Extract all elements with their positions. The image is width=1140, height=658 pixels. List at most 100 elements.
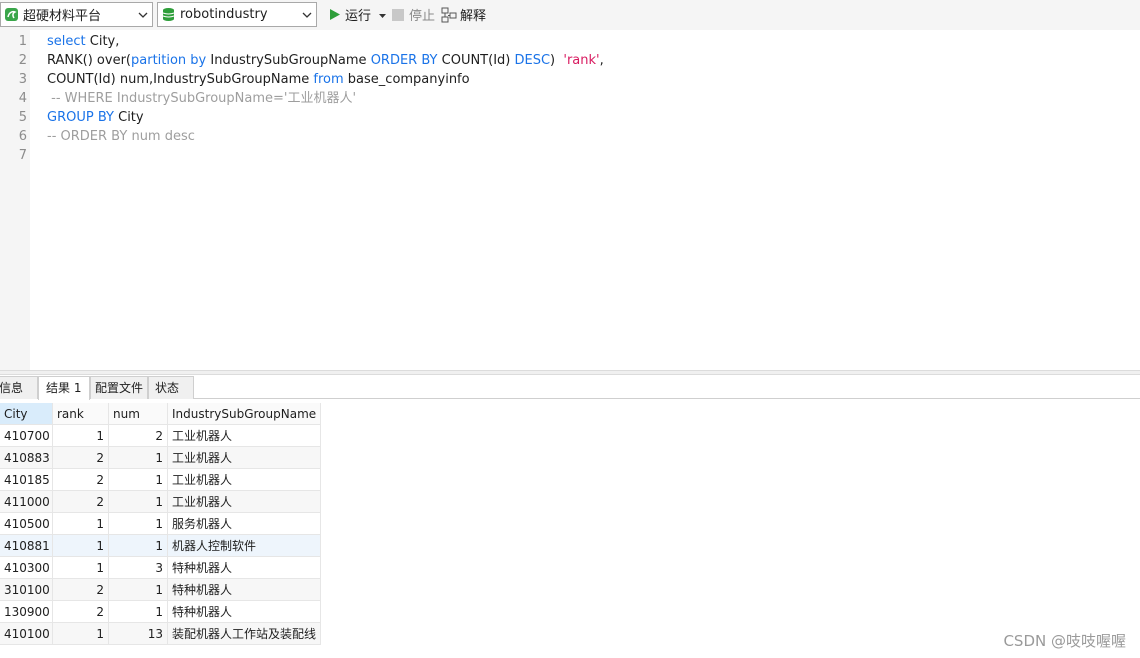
tab-result-1[interactable]: 结果 1	[38, 376, 90, 400]
line-number: 3	[18, 72, 27, 87]
table-row[interactable]: 410883 2 1 工业机器人	[0, 447, 321, 469]
code-line: -- WHERE IndustrySubGroupName='工业机器人'	[47, 89, 356, 108]
table-cell[interactable]: 工业机器人	[168, 447, 321, 469]
table-cell[interactable]: 13	[109, 623, 168, 645]
code-token: from	[313, 72, 344, 87]
stop-button[interactable]: 停止	[390, 4, 435, 25]
column-header-rank[interactable]: rank	[53, 403, 109, 425]
table-cell[interactable]: 2	[53, 601, 109, 623]
table-cell[interactable]: 410883	[0, 447, 53, 469]
table-cell[interactable]: 1	[109, 535, 168, 557]
database-icon	[161, 7, 176, 22]
table-row[interactable]: 411000 2 1 工业机器人	[0, 491, 321, 513]
tab-status[interactable]: 状态	[148, 376, 194, 399]
code-token: City,	[85, 34, 120, 49]
column-header-industrysubgroupname[interactable]: IndustrySubGroupName	[168, 403, 321, 425]
table-cell[interactable]: 2	[53, 469, 109, 491]
table-cell[interactable]: 410881	[0, 535, 53, 557]
tab-label: 结果 1	[46, 381, 82, 395]
table-cell[interactable]: 1	[53, 513, 109, 535]
table-row[interactable]: 410185 2 1 工业机器人	[0, 469, 321, 491]
column-header-city[interactable]: City	[0, 403, 53, 425]
table-cell[interactable]: 1	[53, 425, 109, 447]
table-row[interactable]: 410700 1 2 工业机器人	[0, 425, 321, 447]
line-number: 5	[18, 110, 27, 125]
table-cell[interactable]: 310100	[0, 579, 53, 601]
connection-select[interactable]: 超硬材料平台	[0, 2, 153, 27]
code-line: RANK() over(partition by IndustrySubGrou…	[47, 51, 604, 70]
code-token: COUNT(Id)	[437, 53, 515, 68]
code-line: select City,	[47, 32, 119, 51]
table-cell[interactable]: 2	[53, 491, 109, 513]
table-header-row: City rank num IndustrySubGroupName	[0, 403, 321, 425]
explain-button[interactable]: 解释	[441, 4, 486, 25]
table-row[interactable]: 130900 2 1 特种机器人	[0, 601, 321, 623]
table-cell[interactable]: 特种机器人	[168, 557, 321, 579]
table-cell[interactable]: 1	[109, 447, 168, 469]
table-cell[interactable]: 特种机器人	[168, 601, 321, 623]
table-cell[interactable]: 2	[53, 447, 109, 469]
explain-icon	[441, 7, 457, 23]
table-cell[interactable]: 410185	[0, 469, 53, 491]
table-cell[interactable]: 1	[53, 557, 109, 579]
tab-profile[interactable]: 配置文件	[90, 376, 148, 399]
table-row[interactable]: 310100 2 1 特种机器人	[0, 579, 321, 601]
toolbar: 超硬材料平台 robotindustry 运行 停止 解释	[0, 0, 1140, 30]
table-cell[interactable]: 工业机器人	[168, 425, 321, 447]
run-button[interactable]: 运行	[326, 4, 387, 25]
database-label: robotindustry	[180, 7, 268, 22]
table-cell[interactable]: 410100	[0, 623, 53, 645]
chevron-down-icon[interactable]	[298, 3, 316, 26]
code-token: -- ORDER BY num desc	[47, 129, 195, 144]
tab-info[interactable]: 信息	[0, 376, 38, 399]
table-cell[interactable]: 1	[53, 623, 109, 645]
line-number: 7	[18, 148, 27, 163]
table-cell[interactable]: 1	[109, 491, 168, 513]
table-cell[interactable]: 2	[53, 579, 109, 601]
table-row[interactable]: 410500 1 1 服务机器人	[0, 513, 321, 535]
connection-icon	[4, 7, 19, 22]
result-tabs: 信息 结果 1 配置文件 状态	[0, 375, 1140, 400]
line-number: 6	[18, 129, 27, 144]
table-cell[interactable]: 1	[109, 601, 168, 623]
code-token: ,	[599, 53, 604, 68]
code-line: -- ORDER BY num desc	[47, 127, 195, 146]
table-cell[interactable]: 机器人控制软件	[168, 535, 321, 557]
line-number: 2	[18, 53, 27, 68]
table-cell[interactable]: 1	[53, 535, 109, 557]
table-cell[interactable]: 130900	[0, 601, 53, 623]
table-cell[interactable]: 3	[109, 557, 168, 579]
table-row[interactable]: 410300 1 3 特种机器人	[0, 557, 321, 579]
table-cell[interactable]: 1	[109, 469, 168, 491]
table-cell[interactable]: 工业机器人	[168, 491, 321, 513]
table-cell[interactable]: 411000	[0, 491, 53, 513]
sql-editor[interactable]: 1234567 select City, RANK() over(partitio…	[0, 30, 1140, 370]
column-header-num[interactable]: num	[109, 403, 168, 425]
code-token: GROUP BY	[47, 110, 114, 125]
stop-icon	[390, 7, 406, 23]
run-dropdown-icon[interactable]	[379, 7, 387, 22]
code-token: -- WHERE IndustrySubGroupName='工业机器人'	[47, 91, 357, 106]
line-number-gutter: 1 2 3 4 5 6 7	[0, 30, 30, 370]
code-token: DESC	[514, 53, 551, 68]
table-cell[interactable]: 410700	[0, 425, 53, 447]
play-icon	[326, 7, 342, 23]
code-token: ORDER BY	[370, 53, 438, 68]
table-cell[interactable]: 特种机器人	[168, 579, 321, 601]
table-cell[interactable]: 1	[109, 579, 168, 601]
table-row[interactable]: 410100 1 13 装配机器人工作站及装配线	[0, 623, 321, 645]
table-cell[interactable]: 装配机器人工作站及装配线	[168, 623, 321, 645]
table-row[interactable]: 410881 1 1 机器人控制软件	[0, 535, 321, 557]
line-number: 4	[18, 91, 27, 106]
table-cell[interactable]: 服务机器人	[168, 513, 321, 535]
tab-label: 配置文件	[95, 381, 144, 395]
code-token: 'rank'	[563, 53, 600, 68]
table-cell[interactable]: 2	[109, 425, 168, 447]
tab-label: 信息	[0, 381, 24, 395]
chevron-down-icon[interactable]	[134, 3, 152, 26]
table-cell[interactable]: 工业机器人	[168, 469, 321, 491]
table-cell[interactable]: 1	[109, 513, 168, 535]
database-select[interactable]: robotindustry	[157, 2, 317, 27]
table-cell[interactable]: 410500	[0, 513, 53, 535]
table-cell[interactable]: 410300	[0, 557, 53, 579]
